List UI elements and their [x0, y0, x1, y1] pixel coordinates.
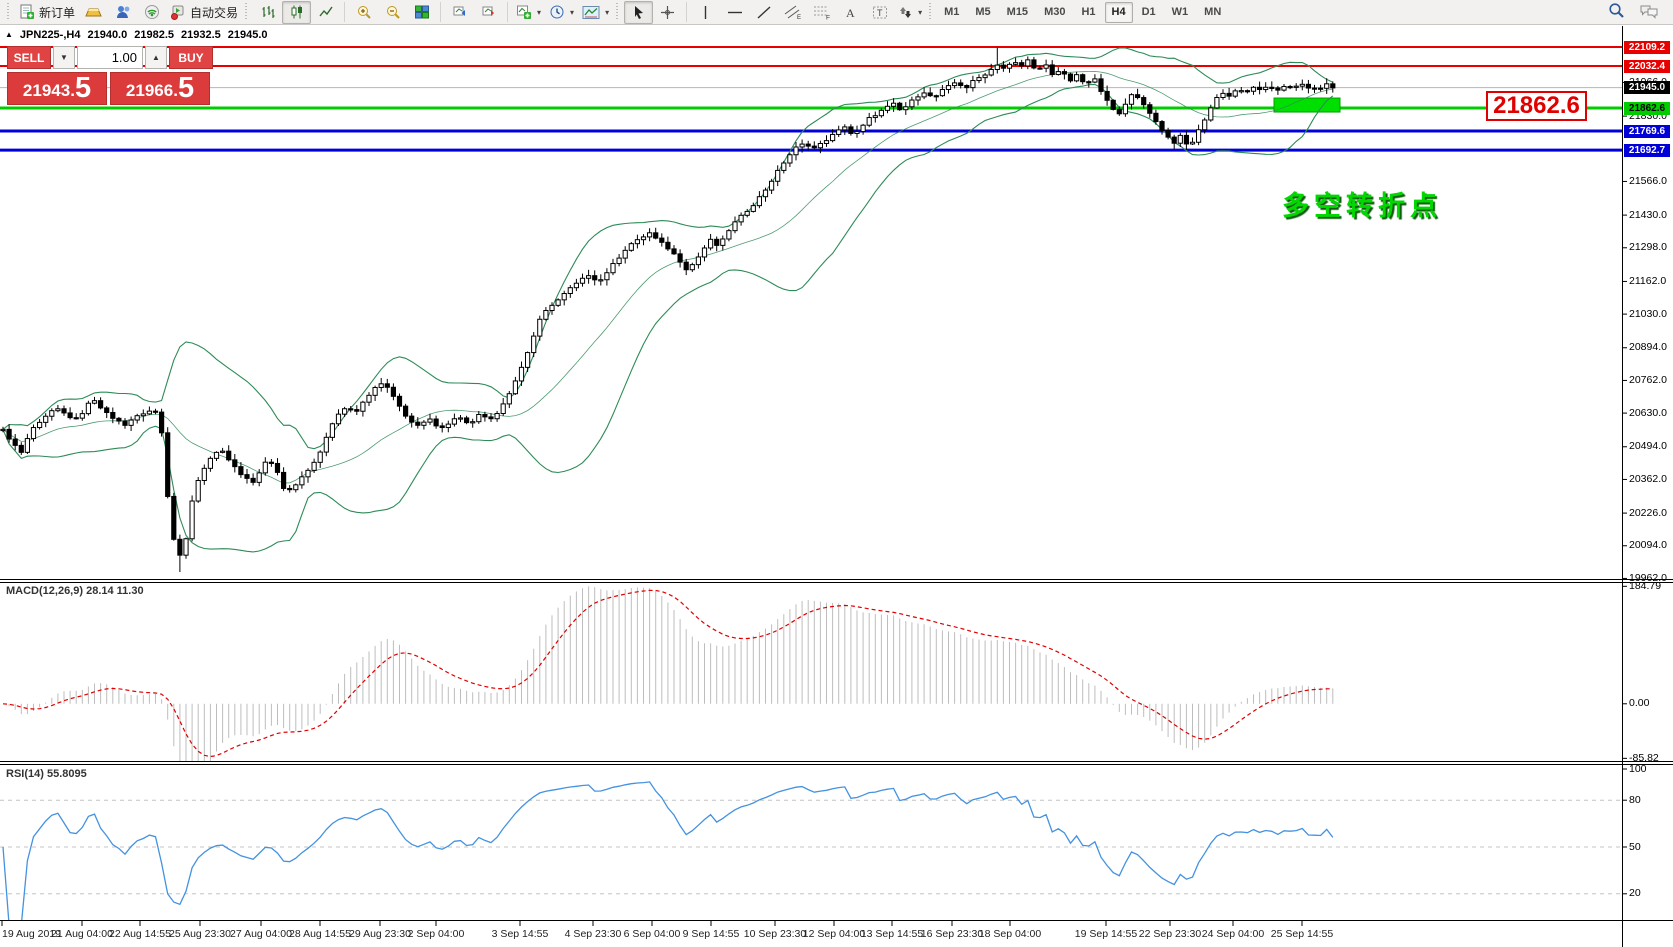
- cursor-tool-button[interactable]: [624, 0, 654, 24]
- cascade-windows-button[interactable]: [474, 1, 503, 24]
- autotrading-button[interactable]: 自动交易: [166, 1, 242, 24]
- sell-price-int: 21943: [22, 81, 71, 100]
- candlestick-chart-button[interactable]: [282, 0, 312, 24]
- rsi-line: [2, 781, 1334, 920]
- templates-button[interactable]: ▾: [578, 1, 613, 24]
- periods-button[interactable]: ▾: [545, 1, 578, 24]
- templates-icon: [582, 5, 600, 19]
- toolbar-grip[interactable]: [929, 3, 935, 21]
- chat-icon[interactable]: [1639, 3, 1659, 19]
- timeframe-M15[interactable]: M15: [1000, 2, 1035, 23]
- zoom-in-button[interactable]: [349, 1, 378, 24]
- volume-decrease-button[interactable]: ▼: [53, 46, 75, 69]
- gold-button[interactable]: [79, 1, 108, 24]
- indicators-icon: [517, 5, 532, 19]
- timeframe-W1[interactable]: W1: [1165, 2, 1196, 23]
- vertical-line-tool-button[interactable]: [691, 1, 720, 24]
- trendline-tool-button[interactable]: [749, 1, 778, 24]
- search-icon[interactable]: [1608, 2, 1625, 19]
- arrows-tool-button[interactable]: ▾: [894, 1, 926, 24]
- highlight-zone-rect: [1273, 97, 1341, 113]
- candlestick-chart-icon: [291, 5, 302, 19]
- chart-canvas[interactable]: [0, 0, 1673, 947]
- line-chart-button[interactable]: [311, 1, 340, 24]
- volume-increase-button[interactable]: ▲: [145, 46, 167, 69]
- tile-windows-icon: [414, 5, 429, 19]
- autotrading-label: 自动交易: [190, 5, 239, 20]
- indicators-caret: ▾: [537, 7, 542, 17]
- new-order-button[interactable]: 新订单: [15, 1, 79, 24]
- timeframe-M30[interactable]: M30: [1037, 2, 1072, 23]
- text-label-tool-button[interactable]: T: [865, 1, 894, 24]
- text-tool-button[interactable]: A: [836, 1, 865, 24]
- cursor-icon: [635, 5, 644, 19]
- periods-caret: ▾: [570, 7, 575, 17]
- new-order-label: 新订单: [39, 5, 76, 20]
- crosshair-icon: [661, 5, 675, 19]
- signal-icon: [144, 5, 159, 19]
- zoom-in-icon: [357, 6, 371, 19]
- timeframe-H4[interactable]: H4: [1104, 1, 1133, 23]
- community-icon: [116, 6, 129, 18]
- crosshair-tool-button[interactable]: [653, 1, 682, 24]
- svg-text:A: A: [846, 6, 855, 20]
- equidistant-channel-icon: E: [784, 5, 801, 20]
- volume-input[interactable]: [77, 46, 143, 69]
- svg-text:F: F: [826, 15, 830, 21]
- price-level-lines: [0, 46, 1622, 152]
- toolbar-grip[interactable]: [245, 3, 251, 21]
- zoom-out-button[interactable]: [378, 1, 407, 24]
- sell-price-dec: 5: [74, 72, 92, 104]
- timeframe-D1[interactable]: D1: [1135, 2, 1163, 23]
- mt4-window: { "toolbar": { "new_order_label": "新订单",…: [0, 0, 1673, 947]
- indicators-button[interactable]: ▾: [512, 1, 545, 24]
- timeframe-M5[interactable]: M5: [968, 2, 997, 23]
- bar-chart-icon: [262, 6, 275, 18]
- bar-chart-button[interactable]: [253, 1, 282, 24]
- channel-tool-button[interactable]: E: [778, 1, 807, 24]
- buy-button[interactable]: BUY: [169, 46, 213, 69]
- trendline-icon: [757, 5, 771, 19]
- main-toolbar: 新订单 自动交易 ▾ ▾ ▾ E F A T ▾ M1 M5 M15 M30 H…: [0, 0, 1673, 25]
- sell-price-box[interactable]: 21943 . 5: [7, 72, 107, 105]
- arrows-caret: ▾: [918, 7, 923, 17]
- sell-button[interactable]: SELL: [7, 46, 51, 69]
- signal-button[interactable]: [137, 1, 166, 24]
- timeframe-MN[interactable]: MN: [1197, 2, 1228, 23]
- new-order-icon: [20, 4, 34, 19]
- buy-price-int: 21966: [125, 81, 174, 100]
- fibonacci-icon: F: [813, 6, 830, 21]
- arrange-windows-button[interactable]: [445, 1, 474, 24]
- buy-price-box[interactable]: 21966 . 5: [110, 72, 210, 105]
- templates-caret: ▾: [605, 7, 610, 17]
- zoom-out-icon: [386, 6, 400, 19]
- arrange-windows-icon: [453, 6, 465, 16]
- fibonacci-tool-button[interactable]: F: [807, 1, 836, 24]
- buy-price-dec: 5: [177, 72, 195, 104]
- macd-histogram: [8, 586, 1334, 761]
- arrows-icon: [900, 6, 912, 18]
- horizontal-line-icon: [727, 11, 742, 13]
- line-chart-icon: [318, 6, 333, 17]
- horizontal-line-tool-button[interactable]: [720, 1, 749, 24]
- text-label-icon: T: [872, 6, 887, 18]
- community-button[interactable]: [108, 1, 137, 24]
- vertical-line-icon: [704, 5, 707, 19]
- text-icon: A: [846, 6, 855, 20]
- gold-icon: [85, 8, 102, 16]
- timeframe-group: M1 M5 M15 M30 H1 H4 D1 W1 MN: [937, 1, 1228, 23]
- periods-clock-icon: [550, 5, 564, 19]
- autotrading-icon: [171, 5, 184, 20]
- svg-text:T: T: [877, 8, 883, 18]
- toolbar-grip[interactable]: [7, 3, 12, 21]
- timeframe-H1[interactable]: H1: [1074, 2, 1102, 23]
- tile-windows-button[interactable]: [407, 1, 436, 24]
- svg-text:E: E: [797, 15, 801, 20]
- cascade-windows-icon: [482, 6, 494, 16]
- one-click-trade-panel: SELL ▼ ▲ BUY 21943 . 5 21966 . 5: [7, 46, 213, 105]
- timeframe-M1[interactable]: M1: [937, 2, 966, 23]
- toolbar-grip[interactable]: [616, 3, 622, 21]
